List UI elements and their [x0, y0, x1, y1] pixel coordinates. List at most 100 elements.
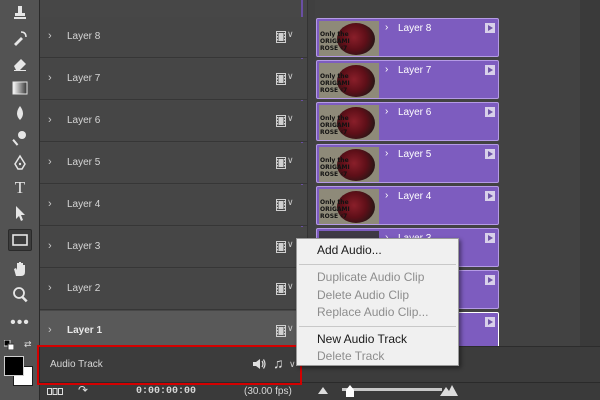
expand-chevron-icon[interactable]: ›: [48, 198, 52, 210]
layer-row[interactable]: › Layer 2 ∨: [40, 269, 307, 310]
video-clip[interactable]: Only the ORIGAMI ROSE ♯7 › Layer 4: [316, 186, 499, 225]
history-brush-icon[interactable]: [8, 27, 32, 49]
layer-menu-caret-icon[interactable]: ∨: [287, 323, 294, 334]
hand-icon[interactable]: [8, 258, 32, 280]
clip-expand-icon[interactable]: ›: [385, 190, 388, 201]
eraser-icon[interactable]: [8, 52, 32, 74]
layer-row[interactable]: › Layer 6 ∨: [40, 101, 307, 142]
menu-item-duplicate-audio-clip[interactable]: Duplicate Audio Clip: [317, 270, 424, 284]
zoom-icon[interactable]: [8, 284, 32, 306]
clip-expand-icon[interactable]: ›: [385, 106, 388, 117]
clip-label: Layer 6: [398, 107, 432, 118]
film-strip-icon[interactable]: [276, 241, 286, 253]
layer-name: Layer 8: [67, 31, 101, 42]
menu-item-add-audio[interactable]: Add Audio...: [317, 243, 382, 257]
menu-item-new-audio-track[interactable]: New Audio Track: [317, 332, 407, 346]
expand-chevron-icon[interactable]: ›: [48, 114, 52, 126]
clip-options-icon[interactable]: [485, 191, 495, 201]
expand-chevron-icon[interactable]: ›: [48, 30, 52, 42]
film-strip-icon[interactable]: [276, 283, 286, 295]
layer-menu-caret-icon[interactable]: ∨: [287, 113, 294, 124]
zoom-in-mountain-icon[interactable]: [440, 384, 458, 396]
layer-menu-caret-icon[interactable]: ∨: [287, 71, 294, 82]
thumbnail-text: Only the ORIGAMI ROSE ♯7: [320, 31, 350, 52]
layer-name: Layer 5: [67, 157, 101, 168]
menu-item-replace-audio-clip[interactable]: Replace Audio Clip...: [317, 305, 428, 319]
menu-separator: [299, 264, 456, 265]
film-strip-icon[interactable]: [276, 199, 286, 211]
more-tools-glyph: •••: [10, 314, 30, 331]
zoom-slider-knob[interactable]: [346, 385, 354, 397]
pen-icon[interactable]: [8, 152, 32, 174]
film-strip-icon[interactable]: [276, 157, 286, 169]
clip-label: Layer 5: [398, 149, 432, 160]
type-tool-glyph: T: [14, 178, 26, 197]
layer-menu-caret-icon[interactable]: ∨: [287, 197, 294, 208]
menu-item-delete-audio-clip[interactable]: Delete Audio Clip: [317, 288, 409, 302]
default-colors-icon[interactable]: [4, 340, 14, 350]
expand-chevron-icon[interactable]: ›: [48, 240, 52, 252]
dodge-icon[interactable]: [8, 127, 32, 149]
clip-options-icon[interactable]: [485, 317, 495, 327]
path-selection-icon[interactable]: [8, 202, 32, 224]
clip-thumbnail: Only the ORIGAMI ROSE ♯7: [319, 21, 379, 56]
thumbnail-text: Only the ORIGAMI ROSE ♯7: [320, 157, 350, 178]
layer-menu-caret-icon[interactable]: ∨: [287, 155, 294, 166]
zoom-slider-track[interactable]: [342, 388, 442, 391]
clip-thumbnail: Only the ORIGAMI ROSE ♯7: [319, 63, 379, 98]
layer-row[interactable]: › Layer 5 ∨: [40, 143, 307, 184]
video-clip[interactable]: Only the ORIGAMI ROSE ♯7 › Layer 5: [316, 144, 499, 183]
current-timecode: 0:00:00:00: [136, 386, 197, 397]
thumbnail-text: Only the ORIGAMI ROSE ♯7: [320, 199, 350, 220]
zoom-out-mountain-icon[interactable]: [318, 386, 328, 394]
frame-animation-icon[interactable]: [47, 388, 63, 395]
clip-expand-icon[interactable]: ›: [385, 148, 388, 159]
layer-row[interactable]: › Layer 7 ∨: [40, 59, 307, 100]
film-strip-icon[interactable]: [276, 115, 286, 127]
layer-row[interactable]: › Layer 8 ∨: [40, 17, 307, 58]
video-clip[interactable]: Only the ORIGAMI ROSE ♯7 › Layer 7: [316, 60, 499, 99]
expand-chevron-icon[interactable]: ›: [48, 282, 52, 294]
expand-chevron-icon[interactable]: ›: [48, 324, 52, 336]
clip-thumbnail: Only the ORIGAMI ROSE ♯7: [319, 147, 379, 182]
video-clip[interactable]: Only the ORIGAMI ROSE ♯7 › Layer 6: [316, 102, 499, 141]
clone-stamp-icon[interactable]: [8, 2, 32, 24]
clip-options-icon[interactable]: [485, 275, 495, 285]
clip-label: Layer 7: [398, 65, 432, 76]
film-strip-icon[interactable]: [276, 73, 286, 85]
clip-options-icon[interactable]: [485, 23, 495, 33]
layer-row[interactable]: › Layer 3 ∨: [40, 227, 307, 268]
menu-item-delete-track[interactable]: Delete Track: [317, 349, 384, 363]
more-tools-icon[interactable]: •••: [8, 312, 32, 334]
film-strip-icon[interactable]: [276, 325, 286, 337]
menu-separator: [299, 326, 456, 327]
rectangle-icon[interactable]: [8, 229, 32, 251]
foreground-color-swatch[interactable]: [4, 356, 24, 376]
convert-arrow-icon[interactable]: ↷: [78, 383, 88, 397]
blur-icon[interactable]: [8, 102, 32, 124]
clip-options-icon[interactable]: [485, 149, 495, 159]
gradient-icon[interactable]: [8, 77, 32, 99]
timeline-right-edge: [580, 0, 600, 400]
layer-name: Layer 4: [67, 199, 101, 210]
layer-row[interactable]: › Layer 4 ∨: [40, 185, 307, 226]
clip-expand-icon[interactable]: ›: [385, 64, 388, 75]
layer-menu-caret-icon[interactable]: ∨: [287, 29, 294, 40]
layer-menu-caret-icon[interactable]: ∨: [287, 239, 294, 250]
clip-expand-icon[interactable]: ›: [385, 22, 388, 33]
clip-options-icon[interactable]: [485, 107, 495, 117]
film-strip-icon[interactable]: [276, 31, 286, 43]
layer-name: Layer 6: [67, 115, 101, 126]
clip-label: Layer 4: [398, 191, 432, 202]
expand-chevron-icon[interactable]: ›: [48, 156, 52, 168]
clip-options-icon[interactable]: [485, 65, 495, 75]
layer-name: Layer 7: [67, 73, 101, 84]
clip-options-icon[interactable]: [485, 233, 495, 243]
layer-menu-caret-icon[interactable]: ∨: [287, 281, 294, 292]
video-clip[interactable]: Only the ORIGAMI ROSE ♯7 › Layer 8: [316, 18, 499, 57]
layer-name: Layer 1: [67, 325, 103, 336]
layer-name: Layer 3: [67, 241, 101, 252]
type-icon[interactable]: T: [8, 177, 32, 199]
swap-colors-icon[interactable]: ⇄: [24, 339, 32, 350]
expand-chevron-icon[interactable]: ›: [48, 72, 52, 84]
